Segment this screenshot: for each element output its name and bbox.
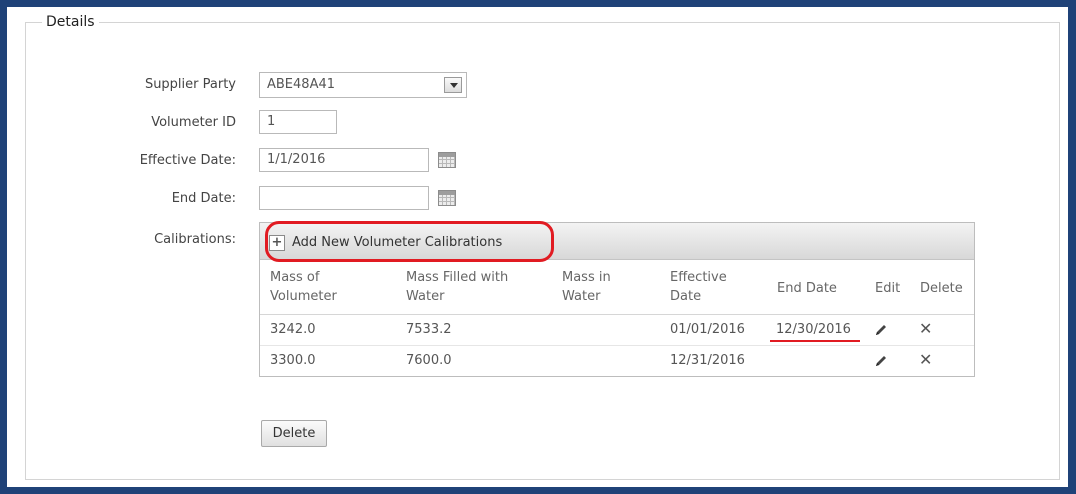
effective-date-input[interactable]: 1/1/2016 xyxy=(259,148,429,172)
cell-end-date: 12/30/2016 xyxy=(776,322,851,337)
end-date-label: End Date: xyxy=(171,191,236,206)
pencil-icon[interactable] xyxy=(873,322,889,338)
end-date-input[interactable] xyxy=(259,186,429,210)
close-icon[interactable]: ✕ xyxy=(919,352,932,368)
add-calibration-button[interactable]: + Add New Volumeter Calibrations xyxy=(269,232,502,253)
column-header-delete: Delete xyxy=(920,281,963,296)
cell-mass-of-volumeter: 3242.0 xyxy=(270,322,316,337)
end-date-underline-annotation xyxy=(770,340,860,342)
column-header-mass-in-water[interactable]: Mass in Water xyxy=(562,268,611,306)
delete-button[interactable]: Delete xyxy=(261,420,327,447)
calendar-icon[interactable] xyxy=(438,152,456,168)
calibrations-label: Calibrations: xyxy=(154,232,236,247)
column-header-end-date[interactable]: End Date xyxy=(777,279,837,298)
cell-effective-date: 01/01/2016 xyxy=(670,322,745,337)
cell-mass-filled-with-water: 7600.0 xyxy=(406,353,452,368)
pencil-icon[interactable] xyxy=(873,353,889,369)
column-header-mass-of-volumeter[interactable]: Mass of Volumeter xyxy=(270,268,337,306)
supplier-party-label: Supplier Party xyxy=(144,77,236,92)
column-header-effective-date[interactable]: Effective Date xyxy=(670,268,727,306)
plus-icon: + xyxy=(269,234,285,251)
cell-mass-filled-with-water: 7533.2 xyxy=(406,322,452,337)
header-divider xyxy=(260,314,974,315)
cell-mass-of-volumeter: 3300.0 xyxy=(270,353,316,368)
effective-date-label: Effective Date: xyxy=(139,153,236,168)
add-calibration-label: Add New Volumeter Calibrations xyxy=(292,235,503,250)
column-header-mass-filled-with-water[interactable]: Mass Filled with Water xyxy=(406,268,508,306)
row-divider xyxy=(260,345,974,346)
volumeter-id-input[interactable]: 1 xyxy=(259,110,337,134)
calendar-icon[interactable] xyxy=(438,190,456,206)
cell-effective-date: 12/31/2016 xyxy=(670,353,745,368)
grid-toolbar: + Add New Volumeter Calibrations xyxy=(260,223,974,260)
close-icon[interactable]: ✕ xyxy=(919,321,932,337)
chevron-down-icon[interactable] xyxy=(444,77,462,93)
details-legend: Details xyxy=(42,14,99,30)
column-header-edit: Edit xyxy=(875,281,901,296)
calibrations-grid: + Add New Volumeter Calibrations xyxy=(259,222,975,377)
volumeter-id-label: Volumeter ID xyxy=(151,115,236,130)
supplier-party-select[interactable]: ABE48A41 xyxy=(259,72,467,98)
supplier-party-value: ABE48A41 xyxy=(267,77,336,92)
